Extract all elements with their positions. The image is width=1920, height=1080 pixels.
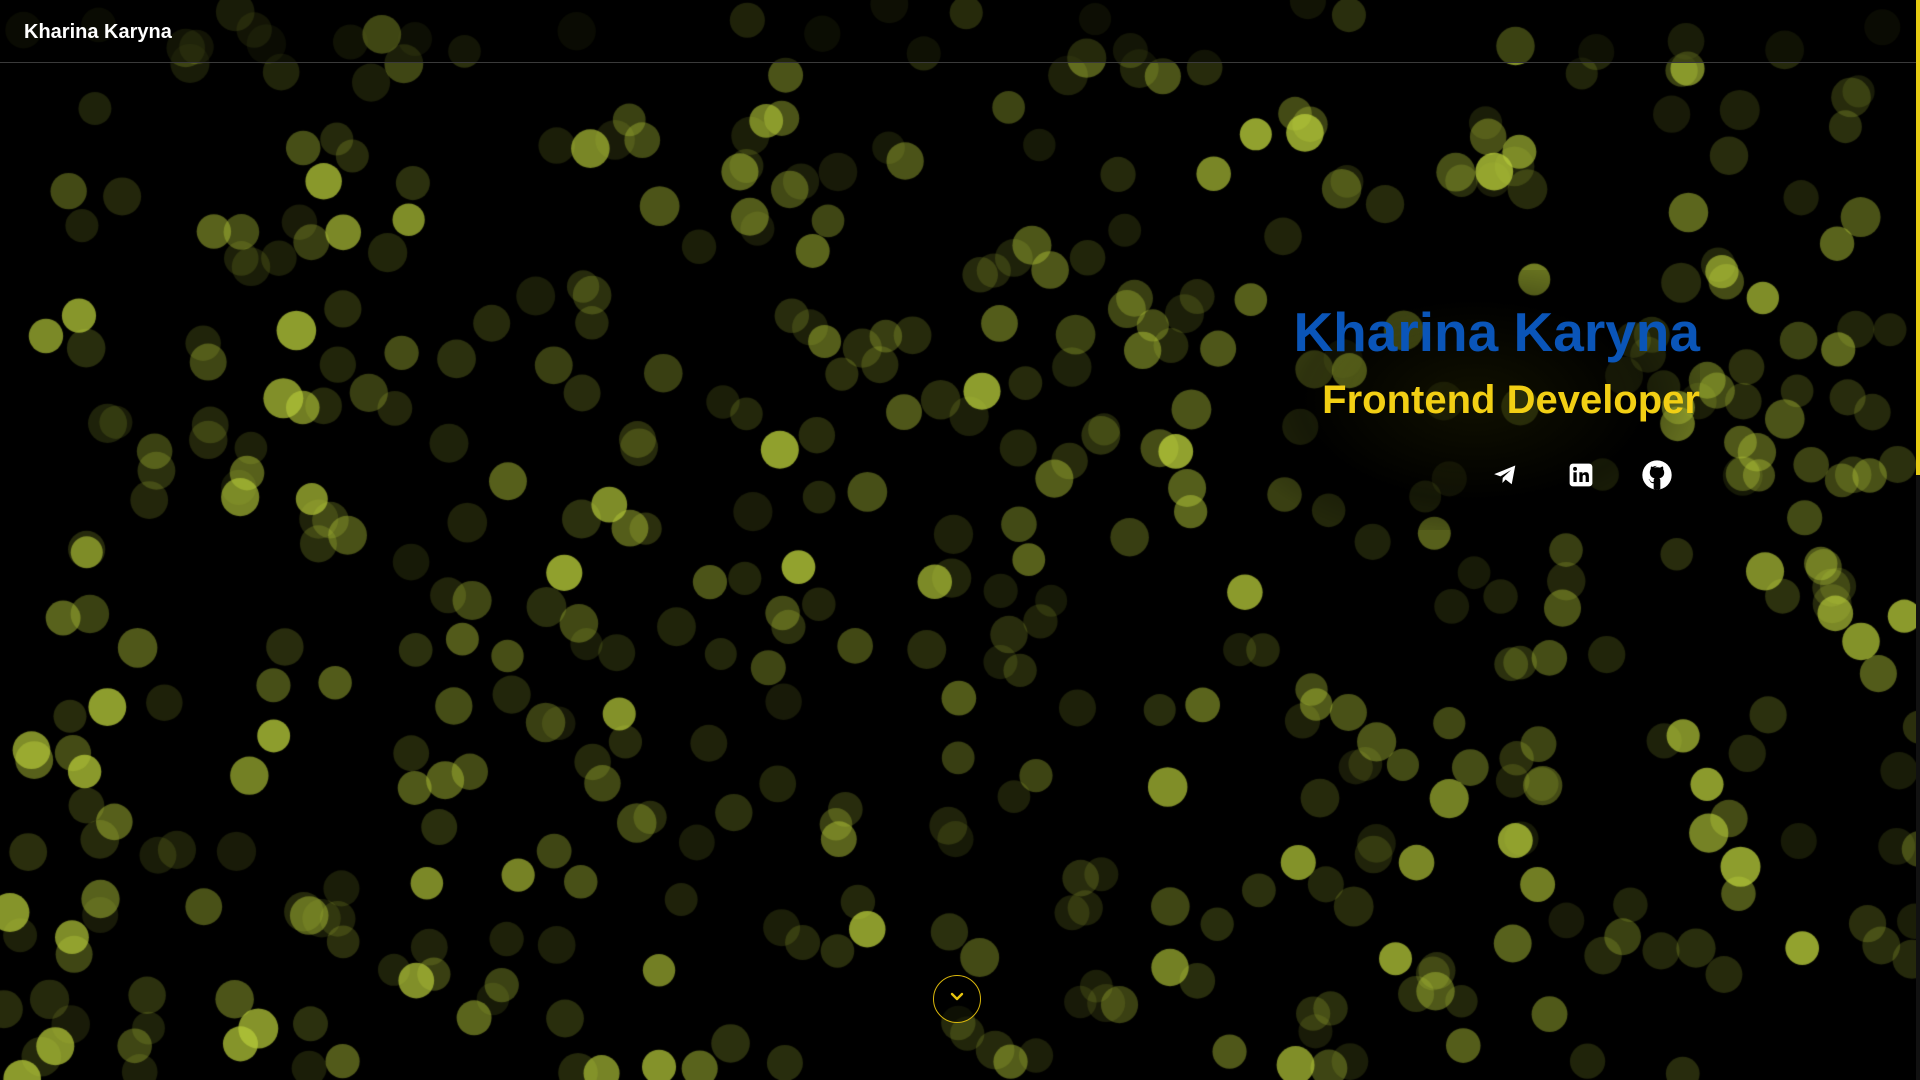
scrollbar[interactable] <box>1916 0 1920 1080</box>
top-navbar: Kharina Karyna <box>0 0 1916 63</box>
brand-logo-text[interactable]: Kharina Karyna <box>24 20 172 44</box>
linkedin-icon <box>1568 462 1594 493</box>
social-links <box>1490 459 1672 492</box>
github-link[interactable] <box>1642 459 1672 492</box>
bokeh-background <box>0 0 1920 1080</box>
page: Kharina Karyna Kharina Karyna Frontend D… <box>0 0 1920 1080</box>
hero-section: Kharina Karyna Frontend Developer <box>1250 270 1700 530</box>
telegram-link[interactable] <box>1490 462 1520 492</box>
scroll-down-button[interactable] <box>933 975 981 1023</box>
telegram-icon <box>1492 462 1518 493</box>
scrollbar-thumb[interactable] <box>1916 0 1920 476</box>
hero-name: Kharina Karyna <box>1293 301 1700 363</box>
chevron-down-icon <box>949 990 965 1008</box>
github-icon <box>1641 459 1673 496</box>
hero-role: Frontend Developer <box>1322 378 1700 422</box>
linkedin-link[interactable] <box>1566 462 1596 492</box>
